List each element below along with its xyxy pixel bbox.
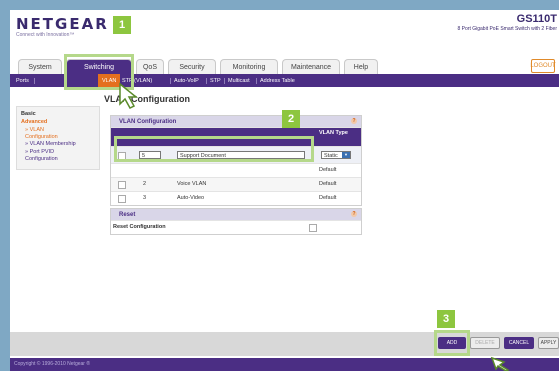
subnav-separator [34, 78, 35, 84]
panel-title: Reset [119, 211, 136, 218]
netgear-logo: NETGEAR [16, 15, 109, 33]
vlan-type-cell: Default [319, 181, 337, 187]
subnav-multicast[interactable]: Multicast [228, 74, 250, 87]
subnav-separator [256, 78, 257, 84]
panel-title: VLAN Configuration [119, 118, 177, 125]
subnav-separator [206, 78, 207, 84]
apply-button[interactable]: APPLY [538, 337, 559, 349]
tab-security[interactable]: Security [168, 59, 216, 74]
left-menu: Basic Advanced » VLAN Configuration » VL… [16, 106, 100, 170]
subnav-address-table[interactable]: Address Table [260, 74, 295, 87]
page-title: VLAN Configuration [104, 94, 190, 104]
subnav-auto-voip[interactable]: Auto-VoIP [174, 74, 199, 87]
vlan-type-value: Static [324, 153, 338, 159]
subnav-separator [224, 78, 225, 84]
vlan-type-select[interactable]: Static ▼ [321, 151, 351, 159]
highlight-frame-add [434, 330, 470, 356]
tab-qos[interactable]: QoS [136, 59, 164, 74]
footer-bar [10, 358, 559, 371]
menu-advanced[interactable]: Advanced [21, 119, 47, 125]
model-name: GS110T [516, 13, 557, 25]
page-window: NETGEAR Connect with Innovation™ GS110T … [10, 10, 559, 371]
callout-2: 2 [282, 110, 300, 128]
tab-maintenance[interactable]: Maintenance [282, 59, 340, 74]
vlan-name-cell: Auto-Video [177, 195, 205, 201]
chevron-down-icon[interactable]: ▼ [342, 152, 350, 158]
vlan-type-cell: Default [319, 195, 337, 201]
column-vlan-type: VLAN Type [319, 130, 348, 136]
pointer-arrow-icon [119, 82, 139, 109]
callout-3: 3 [437, 310, 455, 328]
vlan-name-cell: Voice VLAN [177, 181, 207, 187]
logout-button[interactable]: LOGOUT [530, 59, 556, 73]
help-icon[interactable]: ? [351, 211, 357, 217]
menu-port-pvid[interactable]: » Port PVID Configuration [25, 149, 75, 163]
subnav-ports[interactable]: Ports [16, 74, 29, 87]
delete-button[interactable]: DELETE [470, 337, 500, 349]
cancel-button[interactable]: CANCEL [504, 337, 534, 349]
subnav-separator [170, 78, 171, 84]
model-description: 8 Port Gigabit PoE Smart Switch with 2 F… [457, 26, 557, 32]
copyright-text: Copyright © 1996-2010 Netgear ® [14, 361, 91, 367]
panel-header: VLAN Configuration ? [111, 116, 361, 127]
subnav-stp[interactable]: STP [210, 74, 221, 87]
table-row: 3 Auto-Video Default [111, 191, 361, 205]
panel-header: Reset ? [111, 209, 361, 220]
row-checkbox[interactable] [118, 195, 126, 203]
callout-1: 1 [113, 16, 131, 34]
menu-basic[interactable]: Basic [21, 111, 36, 117]
menu-vlan-configuration[interactable]: » VLAN Configuration [25, 127, 75, 141]
menu-vlan-membership[interactable]: » VLAN Membership [25, 141, 76, 147]
tab-system[interactable]: System [18, 59, 62, 74]
reset-configuration-label: Reset Configuration [113, 224, 166, 230]
tagline: Connect with Innovation™ [16, 32, 75, 38]
pointer-arrow-icon [490, 356, 510, 371]
tab-monitoring[interactable]: Monitoring [220, 59, 278, 74]
vlan-id-cell: 3 [143, 195, 147, 201]
vlan-type-cell: Default [319, 167, 337, 173]
reset-row: Reset Configuration [111, 220, 361, 234]
highlight-frame-vlan-row [114, 136, 314, 162]
vlan-id-cell: 2 [143, 181, 147, 187]
tab-help[interactable]: Help [344, 59, 378, 74]
table-row: Default [111, 163, 361, 177]
table-row: 2 Voice VLAN Default [111, 177, 361, 191]
reset-panel: Reset ? Reset Configuration [110, 208, 362, 235]
row-checkbox[interactable] [118, 181, 126, 189]
help-icon[interactable]: ? [351, 118, 357, 124]
reset-checkbox[interactable] [309, 224, 317, 232]
